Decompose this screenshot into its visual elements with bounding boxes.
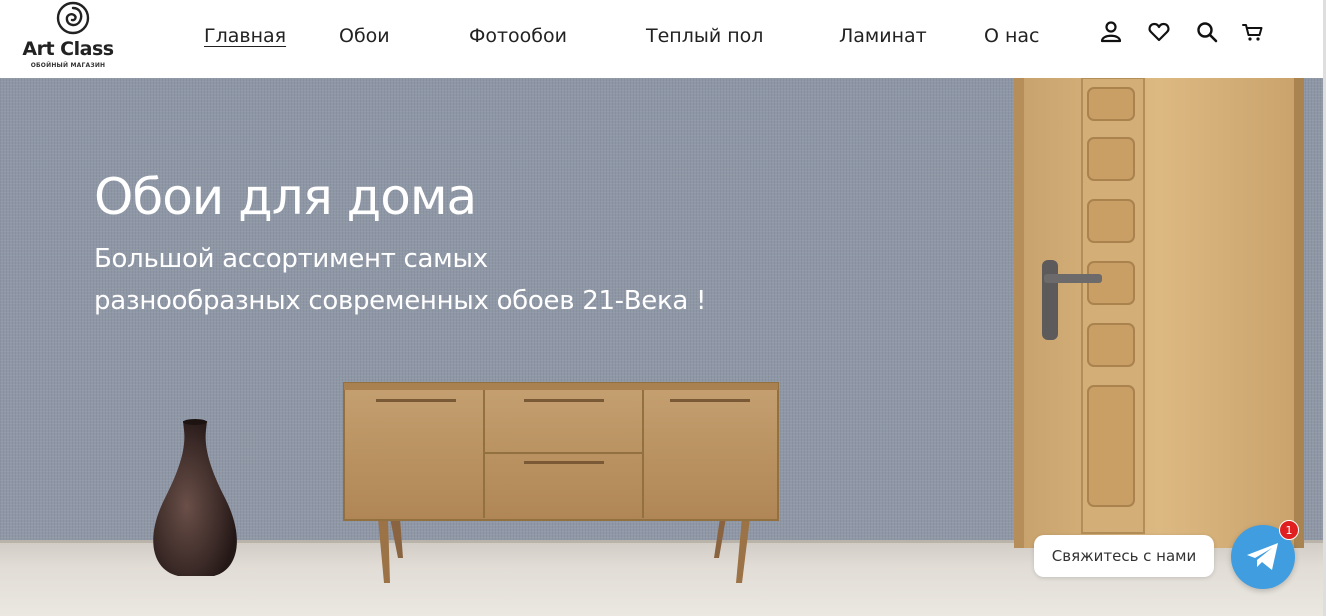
hero-title: Обои для дома [94,168,477,226]
nav-laminate[interactable]: Ламинат [839,24,927,48]
logo[interactable]: Art Class ОБОЙНЫЙ МАГАЗИН [12,0,124,74]
brand-tagline: ОБОЙНЫЙ МАГАЗИН [30,62,106,69]
cart-icon[interactable] [1240,19,1266,45]
hero-subtitle: Большой ассортимент самых разнообразных … [94,238,706,322]
site-header: Art Class ОБОЙНЫЙ МАГАЗИН Главная Обои Ф… [0,0,1326,78]
search-icon[interactable] [1194,19,1220,45]
nav-about[interactable]: О нас [984,24,1040,48]
notification-badge: 1 [1279,520,1299,540]
spiral-logo-icon [56,1,90,35]
heart-icon[interactable] [1146,19,1172,45]
nav-photo-wallpaper[interactable]: Фотообои [469,24,567,48]
hero-subtitle-line-2: разнообразных современных обоев 21-Века … [94,286,707,316]
hero-subtitle-line-1: Большой ассортимент самых [94,244,488,274]
brand-name: Art Class [22,38,114,60]
telegram-icon [1247,543,1278,570]
user-icon[interactable] [1098,19,1124,45]
nav-warm-floor[interactable]: Теплый пол [646,24,763,48]
nav-home[interactable]: Главная [204,24,286,48]
contact-us-bubble[interactable]: Свяжитесь с нами [1034,535,1214,577]
cabinet-image [153,382,779,583]
nav-wallpaper[interactable]: Обои [339,24,390,48]
